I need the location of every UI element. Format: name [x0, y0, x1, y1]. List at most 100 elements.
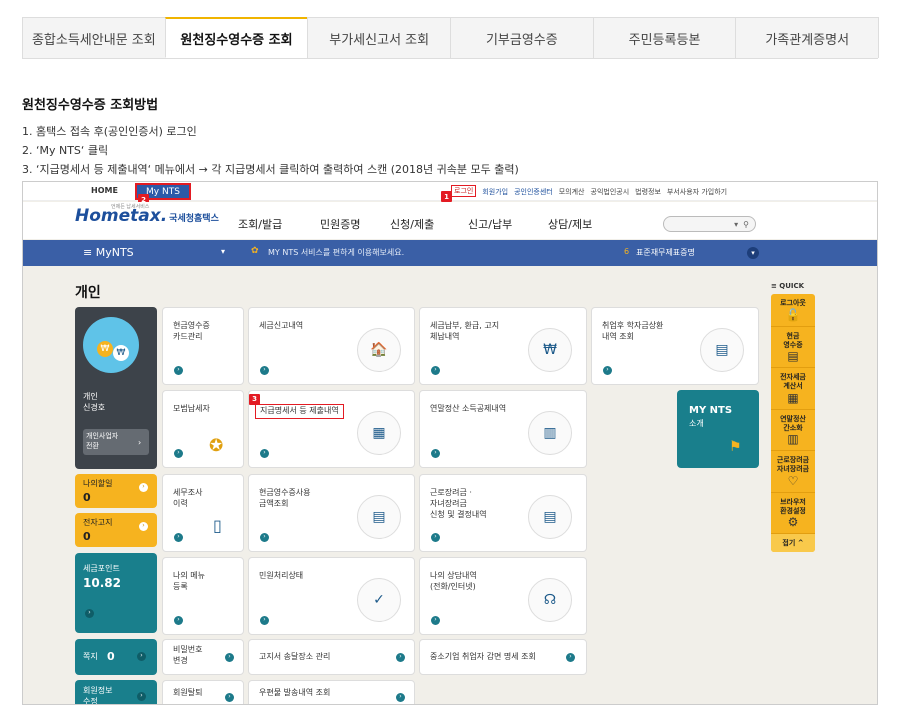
card-payment-refund[interactable]: 세금납부, 환급, 고지 체납내역 › ₩: [419, 307, 587, 385]
expand-icon[interactable]: ▾: [747, 247, 759, 259]
link-simulation[interactable]: 모의계산: [559, 187, 585, 197]
card-model-taxpayer[interactable]: 모범납세자 › ✪: [162, 390, 244, 468]
tab-family-relation[interactable]: 가족관계증명서: [735, 17, 880, 58]
card-student-loan[interactable]: 취업후 학자금상환 내역 조회 › ▤: [591, 307, 759, 385]
menu-filing[interactable]: 신고/납부: [468, 216, 512, 232]
menu-certificate[interactable]: 민원증명: [320, 216, 360, 232]
quick-incentive[interactable]: 근로장려금 자녀장려금 ♡: [771, 451, 815, 493]
mynts-intro-card[interactable]: MY NTS 소개 ⚑: [677, 390, 759, 468]
main-nav: Hometax. 국세청홈택스 언제든 납세서비스 조회/발급 민원증명 신청/제…: [23, 202, 877, 239]
search-icon[interactable]: ⚲: [743, 220, 749, 229]
member-edit-block[interactable]: 회원정보 수정 ›: [75, 680, 157, 704]
go-icon: ›: [431, 449, 440, 458]
go-icon: ›: [431, 616, 440, 625]
gear-icon: ⚙: [787, 515, 799, 530]
card-mail-history[interactable]: 우편물 발송내역 조회 ›: [248, 680, 415, 704]
card-cash-receipt[interactable]: 현금영수증 카드관리 ›: [162, 307, 244, 385]
go-icon: ›: [396, 693, 405, 702]
tab-resident-registration[interactable]: 주민등록등본: [592, 17, 737, 58]
receipt-icon: ▤: [357, 495, 401, 539]
card-label: 중소기업 취업자 감면 명세 조회: [430, 652, 536, 661]
card-my-menu[interactable]: 나의 메뉴 등록 ›: [162, 557, 244, 635]
tax-document-icon: 🏠: [357, 328, 401, 372]
menu-consult[interactable]: 상담/제보: [548, 216, 592, 232]
quick-collapse-button[interactable]: 접기 ^: [771, 534, 815, 553]
card-payment-statement[interactable]: 지급명세서 등 제출내역 3 › ▦: [248, 390, 415, 468]
quick-cash-receipt[interactable]: 현금 영수증 ▤: [771, 327, 815, 369]
home-link[interactable]: HOME: [91, 186, 118, 195]
e-notice-block[interactable]: 전자고지 0 ›: [75, 513, 157, 547]
profile-card: ₩ ₩ 개인 신경호 개인사업자 전환 ›: [75, 307, 157, 469]
mynts-dropdown-icon[interactable]: ▾: [221, 247, 225, 256]
link-signup[interactable]: 회원가입: [482, 187, 508, 197]
howto-step-1: 1. 홈택스 접속 후(공인인증서) 로그인: [22, 125, 197, 138]
menu-application[interactable]: 신청/제출: [390, 216, 434, 232]
howto-step-3: 3. ‘지급명세서 등 제출내역‘ 메뉴에서 → 각 지급명세서 클릭하여 출력…: [22, 163, 519, 176]
link-cert-center[interactable]: 공인인증센터: [514, 187, 553, 197]
mynts-intro-sub: 소개: [689, 419, 704, 428]
go-icon: ›: [396, 653, 405, 662]
todo-block[interactable]: 나의할일 0 ›: [75, 474, 157, 508]
quick-menu: ≡ QUICK 로그아웃 🔓 현금 영수증 ▤ 전자세금 계산서 ▦ 연말정산 간소화…: [771, 282, 815, 553]
card-complaint-status[interactable]: 민원처리상태 › ✓: [248, 557, 415, 635]
card-withdraw[interactable]: 회원탈퇴 ›: [162, 680, 244, 704]
card-password-change[interactable]: 비밀번호 변경 ›: [162, 639, 244, 675]
quick-year-end[interactable]: 연말정산 간소화 ▥: [771, 410, 815, 452]
tab-donation-receipt[interactable]: 기부금영수증: [450, 17, 594, 58]
card-label: 우편물 발송내역 조회: [259, 688, 331, 697]
won-coin-icon: ₩: [528, 328, 572, 372]
quick-e-invoice[interactable]: 전자세금 계산서 ▦: [771, 368, 815, 410]
card-tax-return-history[interactable]: 세금신고내역 › 🏠: [248, 307, 415, 385]
popular-service-link[interactable]: 표준재무제표증명: [636, 247, 695, 258]
card-tax-audit[interactable]: 세무조사 이력 › ▯: [162, 474, 244, 552]
go-icon: ›: [260, 616, 269, 625]
statement-icon: ▦: [357, 411, 401, 455]
card-delivery-address[interactable]: 고지서 송달장소 관리 ›: [248, 639, 415, 675]
card-cash-receipt-amount[interactable]: 현금영수증사용 금액조회 › ▤: [248, 474, 415, 552]
menu-inquiry[interactable]: 조회/발급: [238, 216, 282, 232]
card-consult-history[interactable]: 나의 상담내역 (전화/인터넷) › ☊: [419, 557, 587, 635]
section-title: 개인: [75, 285, 101, 301]
tab-withholding-receipt[interactable]: 원천징수영수증 조회: [164, 17, 309, 58]
card-label: 고지서 송달장소 관리: [259, 652, 331, 661]
card-label: 모범납세자: [173, 404, 210, 413]
login-link[interactable]: 로그인: [451, 185, 477, 197]
go-icon: ›: [174, 366, 183, 375]
message-block[interactable]: 쪽지 0 ›: [75, 639, 157, 675]
ledger-icon: ▥: [528, 411, 572, 455]
search-dropdown-icon[interactable]: ▾: [734, 220, 738, 229]
heart-icon: ♡: [787, 473, 799, 488]
quick-browser-settings[interactable]: 브라우저 환경설정 ⚙: [771, 493, 815, 535]
tab-vat-return[interactable]: 부가세신고서 조회: [307, 17, 452, 58]
go-icon: ›: [566, 653, 575, 662]
link-dept-signup[interactable]: 부서사용자 가입하기: [667, 187, 727, 197]
link-public-corp[interactable]: 공익법인공시: [591, 187, 630, 197]
invoice-icon: ▦: [787, 390, 799, 405]
signpost-icon: ⚑: [729, 439, 742, 455]
tax-point-value: 10.82: [83, 576, 121, 590]
link-law-info[interactable]: 법령정보: [635, 187, 661, 197]
quick-label: 현금 영수증: [783, 331, 803, 349]
card-incentive-history[interactable]: 근로장려금 · 자녀장려금 신청 및 결정내역 › ▤: [419, 474, 587, 552]
go-icon: ›: [137, 692, 146, 701]
quick-label: 연말정산 간소화: [780, 414, 806, 432]
book-icon: ▤: [700, 328, 744, 372]
mynts-menu-button[interactable]: ≡ MyNTS: [83, 246, 134, 259]
card-label: 나의 상담내역 (전화/인터넷): [430, 571, 477, 591]
search-input[interactable]: ▾ ⚲: [663, 216, 756, 232]
card-sme-exemption[interactable]: 중소기업 취업자 감면 명세 조회 ›: [419, 639, 587, 675]
tab-income-tax-notice[interactable]: 종합소득세안내문 조회: [22, 17, 166, 58]
top-utility-bar: HOME My NTS 2 로그인 회원가입 공인인증센터 모의계산 공익법인공…: [23, 182, 877, 205]
card-year-end-deduction[interactable]: 연말정산 소득공제내역 › ▥: [419, 390, 587, 468]
go-icon: ›: [260, 533, 269, 542]
tax-point-block[interactable]: 세금포인트 10.82 ›: [75, 553, 157, 633]
mynts-message: MY NTS 서비스를 편하게 이용해보세요.: [268, 248, 405, 257]
message-label: 쪽지: [83, 652, 98, 661]
card-label: 비밀번호 변경: [173, 645, 203, 665]
quick-logout[interactable]: 로그아웃 🔓: [771, 294, 815, 327]
mynts-intro-title: MY NTS: [689, 405, 733, 416]
go-icon: ›: [603, 366, 612, 375]
go-icon: ›: [260, 366, 269, 375]
howto-title: 원천징수영수증 조회방법: [22, 98, 159, 113]
card-label: 세무조사 이력: [173, 488, 203, 508]
